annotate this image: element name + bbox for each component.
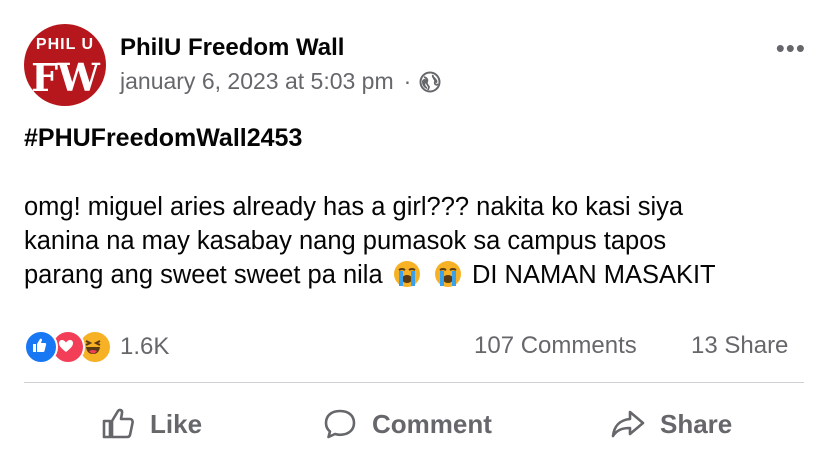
post-text: omg! miguel aries already has a girl??? … bbox=[24, 190, 814, 292]
post-text-line-3-end: DI NAMAN MASAKIT bbox=[471, 261, 716, 289]
reaction-count: 1.6K bbox=[120, 333, 170, 360]
post-meta: january 6, 2023 at 5:03 pm · bbox=[120, 68, 441, 95]
globe-icon[interactable] bbox=[419, 71, 441, 93]
more-options-button[interactable]: ••• bbox=[776, 35, 806, 61]
avatar-top-text: PHIL U bbox=[35, 36, 95, 53]
reactions-summary[interactable]: 1.6K bbox=[24, 330, 169, 364]
share-arrow-icon bbox=[611, 410, 645, 438]
post-text-line-2: kanina na may kasabay nang pumasok sa ca… bbox=[24, 227, 667, 255]
meta-separator: · bbox=[403, 68, 412, 94]
comment-icon bbox=[324, 409, 356, 439]
facebook-post: PHIL U FW PhilU Freedom Wall january 6, … bbox=[0, 0, 828, 464]
post-text-line-3: parang ang sweet sweet pa nila DI NAMAN … bbox=[24, 258, 814, 292]
loudly-crying-emoji-icon bbox=[393, 260, 421, 288]
post-timestamp[interactable]: january 6, 2023 at 5:03 pm bbox=[120, 68, 394, 95]
page-name-link[interactable]: PhilU Freedom Wall bbox=[120, 34, 344, 62]
like-reaction-icon bbox=[24, 330, 58, 364]
comment-button[interactable]: Comment bbox=[322, 402, 492, 446]
post-text-line-3-start: parang ang sweet sweet pa nila bbox=[24, 261, 383, 289]
comments-count-link[interactable]: 107 Comments bbox=[474, 332, 637, 360]
comment-label: Comment bbox=[372, 408, 492, 439]
shares-count-link[interactable]: 13 Share bbox=[691, 332, 788, 360]
like-label: Like bbox=[150, 408, 203, 439]
thumbs-up-icon bbox=[102, 408, 134, 439]
like-button[interactable]: Like bbox=[100, 402, 202, 446]
share-label: Share bbox=[660, 408, 733, 439]
avatar-monogram: FW bbox=[31, 55, 100, 100]
page-avatar[interactable]: PHIL U FW bbox=[24, 24, 106, 106]
share-button[interactable]: Share bbox=[610, 402, 732, 446]
post-hashtag[interactable]: #PHUFreedomWall2453 bbox=[24, 124, 302, 153]
loudly-crying-emoji-icon bbox=[434, 260, 462, 288]
post-text-line-1: omg! miguel aries already has a girl??? … bbox=[24, 193, 684, 221]
divider bbox=[24, 382, 804, 383]
